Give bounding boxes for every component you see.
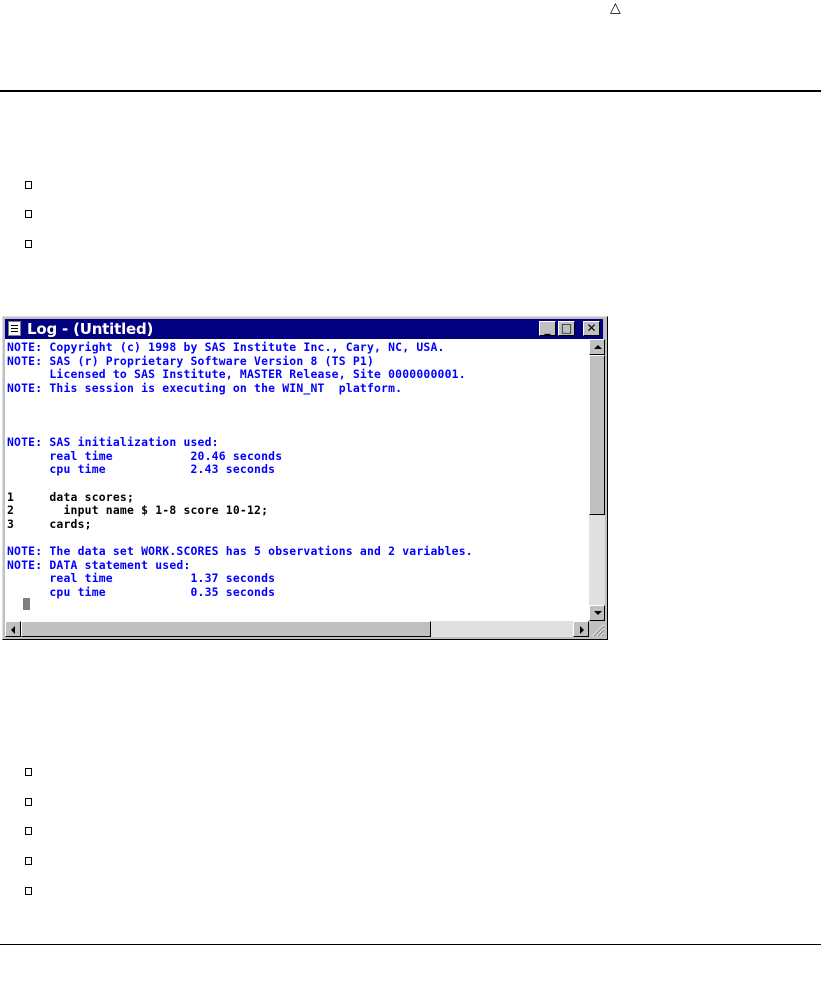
log-line: NOTE: This session is executing on the W… (7, 380, 403, 395)
log-line: NOTE: SAS (r) Proprietary Software Versi… (7, 353, 375, 368)
window-title: Log - (Untitled) (27, 320, 154, 338)
scroll-right-button[interactable] (573, 621, 589, 637)
bullet-8 (25, 887, 32, 895)
log-line: cpu time 0.35 seconds (7, 584, 276, 599)
bullet-6 (25, 827, 32, 835)
window-titlebar[interactable]: Log - (Untitled) _ □ ✕ (5, 319, 603, 339)
bullet-4 (25, 768, 32, 776)
scroll-down-button[interactable] (589, 605, 605, 621)
bottom-divider (0, 944, 821, 945)
bullet-3 (25, 240, 32, 248)
scroll-left-button[interactable] (5, 621, 21, 637)
horizontal-scroll-thumb[interactable] (21, 621, 431, 637)
log-line: NOTE: The data set WORK.SCORES has 5 obs… (7, 544, 473, 558)
log-line: real time 1.37 seconds (7, 571, 276, 586)
log-line: real time 20.46 seconds (7, 448, 283, 463)
log-line: NOTE: DATA statement used: (7, 557, 191, 572)
header-triangle-symbol: △ (610, 0, 621, 15)
horizontal-scrollbar[interactable] (5, 621, 589, 637)
resize-grip-icon[interactable] (589, 621, 605, 637)
bullet-2 (25, 210, 32, 218)
sas-log-window: Log - (Untitled) _ □ ✕ NOTE: Copyright (… (2, 316, 608, 640)
vertical-scrollbar[interactable] (589, 339, 605, 621)
log-line: Licensed to SAS Institute, MASTER Releas… (7, 367, 466, 382)
text-cursor (23, 598, 30, 610)
log-line: 3 cards; (7, 516, 92, 531)
bullet-1 (25, 181, 32, 189)
down-arrow-icon (594, 611, 602, 615)
scroll-up-button[interactable] (589, 339, 605, 355)
log-line: 1 data scores; (7, 489, 135, 504)
log-line: cpu time 2.43 seconds (7, 462, 276, 477)
bullet-5 (25, 798, 32, 806)
close-button[interactable]: ✕ (583, 321, 600, 336)
top-divider (0, 90, 821, 92)
vertical-scroll-thumb[interactable] (589, 355, 605, 515)
left-arrow-icon (11, 626, 15, 634)
right-arrow-icon (580, 626, 584, 634)
log-line: NOTE: SAS initialization used: (7, 435, 219, 450)
log-line: 2 input name $ 1-8 score 10-12; (7, 503, 269, 518)
minimize-button[interactable]: _ (539, 321, 556, 336)
up-arrow-icon (594, 345, 602, 349)
bullet-7 (25, 857, 32, 865)
log-window-icon (8, 321, 21, 336)
log-line: NOTE: Copyright (c) 1998 by SAS Institut… (7, 340, 445, 354)
maximize-button[interactable]: □ (558, 321, 575, 336)
log-content-area[interactable]: NOTE: Copyright (c) 1998 by SAS Institut… (5, 339, 589, 621)
